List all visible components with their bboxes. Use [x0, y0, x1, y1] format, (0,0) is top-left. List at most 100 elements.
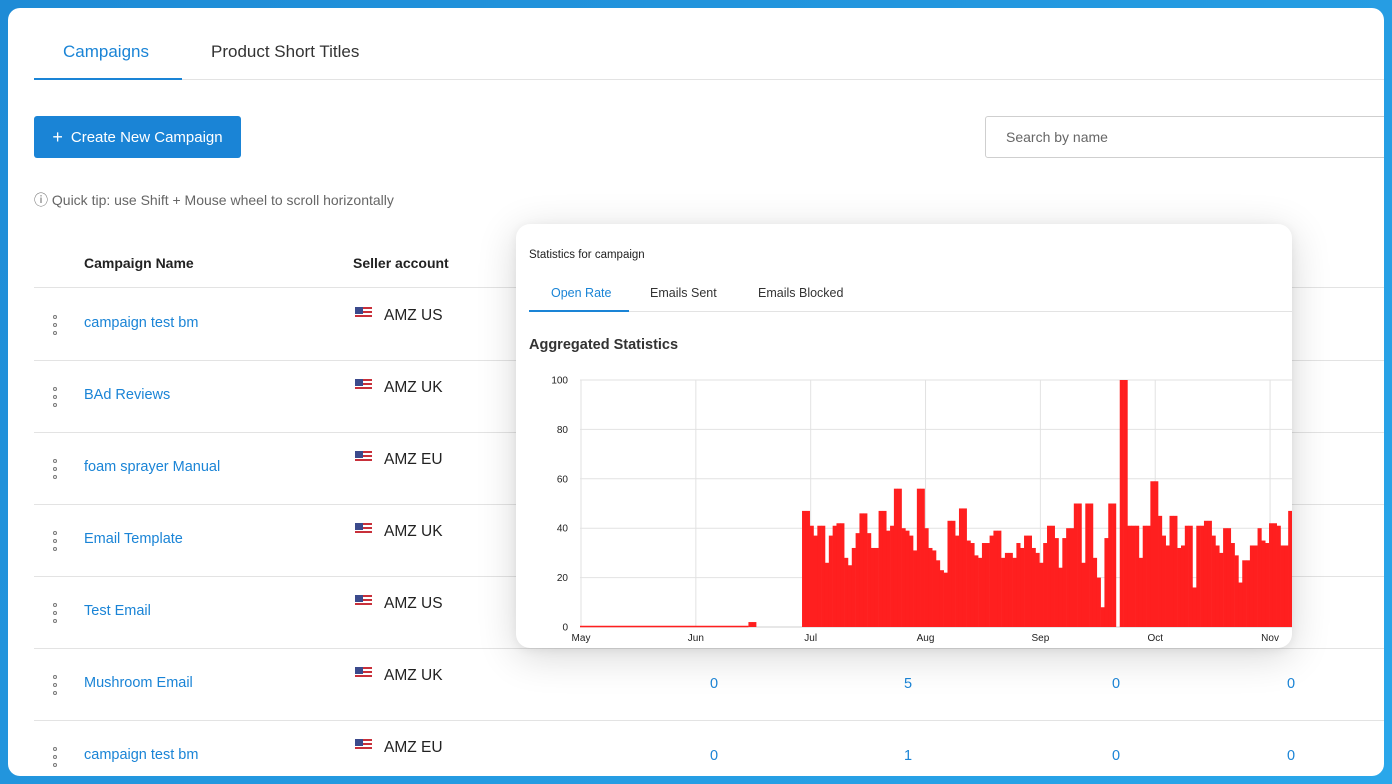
chart-bar — [1150, 481, 1155, 627]
chart-bar — [928, 547, 933, 627]
chart-bar — [893, 488, 899, 627]
seller-account: AMZ EU — [384, 739, 443, 756]
seller-account: AMZ UK — [384, 667, 443, 684]
chart-bar — [1207, 520, 1212, 627]
row-menu-icon[interactable] — [50, 675, 60, 695]
stat-value-link[interactable]: 0 — [1096, 676, 1136, 692]
chart-bar — [1008, 552, 1013, 627]
campaign-name-link[interactable]: Mushroom Email — [84, 675, 193, 691]
campaign-name-link[interactable]: BAd Reviews — [84, 387, 170, 403]
x-tick-label: Oct — [1147, 633, 1163, 644]
chart-bar — [1269, 523, 1274, 627]
page-tabs: Campaigns Product Short Titles — [34, 8, 1384, 80]
tab-emails-blocked[interactable]: Emails Blocked — [758, 286, 843, 300]
y-tick-label: 60 — [557, 474, 569, 485]
chart-bar — [916, 488, 921, 627]
quick-tip: ⓘ Quick tip: use Shift + Mouse wheel to … — [34, 192, 394, 208]
stat-value-link[interactable]: 0 — [1271, 676, 1311, 692]
create-new-campaign-button[interactable]: + Create New Campaign — [34, 116, 241, 158]
tab-open-rate[interactable]: Open Rate — [551, 286, 611, 300]
stat-value-link[interactable]: 0 — [1271, 748, 1311, 764]
chart-bar — [855, 533, 860, 627]
column-header-campaign-name[interactable]: Campaign Name — [84, 255, 194, 271]
chart-bar — [851, 547, 856, 627]
chart-bar — [847, 565, 853, 627]
chart-bar — [752, 622, 757, 627]
chart-bar — [802, 510, 807, 627]
chart-bar — [1177, 547, 1182, 627]
app-window: Campaigns Product Short Titles + Create … — [8, 8, 1384, 776]
us-flag-icon — [355, 739, 372, 751]
chart-bar — [1200, 525, 1205, 627]
row-menu-icon[interactable] — [50, 603, 60, 623]
campaign-name-link[interactable]: Email Template — [84, 531, 183, 547]
chart-bar — [1004, 552, 1010, 627]
stat-value-link[interactable]: 0 — [694, 676, 734, 692]
chart-bar — [890, 525, 895, 627]
column-header-seller-account[interactable]: Seller account — [353, 255, 449, 271]
stat-value-link[interactable]: 0 — [694, 748, 734, 764]
chart-bar — [886, 530, 891, 627]
chart-bar — [1138, 557, 1144, 627]
chart-bar — [1089, 503, 1094, 627]
chart-bar — [1211, 535, 1216, 627]
chart-bar — [1127, 525, 1132, 627]
chart-bar — [974, 555, 979, 627]
row-menu-icon[interactable] — [50, 315, 60, 335]
statistics-tabs: Open Rate Emails Sent Emails Blocked — [529, 276, 1292, 312]
tab-campaigns[interactable]: Campaigns — [63, 42, 149, 62]
chart-bar — [867, 533, 872, 627]
chart-bar — [1280, 545, 1285, 627]
campaign-name-link[interactable]: foam sprayer Manual — [84, 459, 220, 475]
stat-value-link[interactable]: 0 — [1096, 748, 1136, 764]
chart-bar — [1234, 555, 1239, 627]
row-menu-icon[interactable] — [50, 747, 60, 767]
chart-bar — [901, 528, 906, 627]
x-tick-label: Jul — [804, 633, 817, 644]
seller-account: AMZ UK — [384, 379, 443, 396]
us-flag-icon — [355, 667, 372, 679]
row-menu-icon[interactable] — [50, 387, 60, 407]
tab-product-short-titles[interactable]: Product Short Titles — [211, 42, 359, 62]
chart-bar — [1192, 587, 1197, 627]
chart-bar — [1253, 545, 1258, 627]
chart-bar — [1027, 535, 1032, 627]
chart-bar — [1230, 543, 1235, 627]
chart-bar — [1288, 510, 1292, 627]
chart-bar — [1272, 523, 1277, 627]
chart-bar — [1242, 560, 1247, 627]
search-input[interactable] — [985, 116, 1384, 158]
chart-bar — [1169, 515, 1174, 627]
campaign-name-link[interactable]: campaign test bm — [84, 747, 198, 763]
chart-bar — [882, 510, 887, 627]
chart-bar — [981, 543, 987, 627]
chart-bar — [1077, 503, 1082, 627]
chart-bar — [1196, 525, 1201, 627]
chart-bar — [920, 488, 925, 627]
chart-bar — [1219, 552, 1224, 627]
chart-bar — [813, 535, 818, 627]
us-flag-icon — [355, 451, 372, 463]
y-tick-label: 100 — [551, 376, 568, 387]
campaign-name-link[interactable]: Test Email — [84, 603, 151, 619]
campaign-name-link[interactable]: campaign test bm — [84, 315, 198, 331]
chart-bar — [809, 525, 814, 627]
chart-bar — [1215, 545, 1220, 627]
row-menu-icon[interactable] — [50, 531, 60, 551]
y-tick-label: 20 — [557, 573, 569, 584]
statistics-popup: Statistics for campaign Open Rate Emails… — [516, 224, 1292, 648]
chart-bar — [1104, 538, 1109, 627]
stat-value-link[interactable]: 5 — [888, 676, 928, 692]
chart-bar — [878, 510, 883, 627]
tab-emails-sent[interactable]: Emails Sent — [650, 286, 717, 300]
chart-bar — [1024, 535, 1029, 627]
chart-bar — [1085, 503, 1090, 627]
chart-bar — [1039, 562, 1044, 627]
stat-value-link[interactable]: 1 — [888, 748, 928, 764]
row-menu-icon[interactable] — [50, 459, 60, 479]
seller-account: AMZ US — [384, 595, 443, 612]
y-tick-label: 80 — [557, 425, 569, 436]
chart-bar — [1058, 567, 1063, 627]
chart-bar — [943, 572, 948, 627]
chart-bar — [817, 525, 822, 627]
